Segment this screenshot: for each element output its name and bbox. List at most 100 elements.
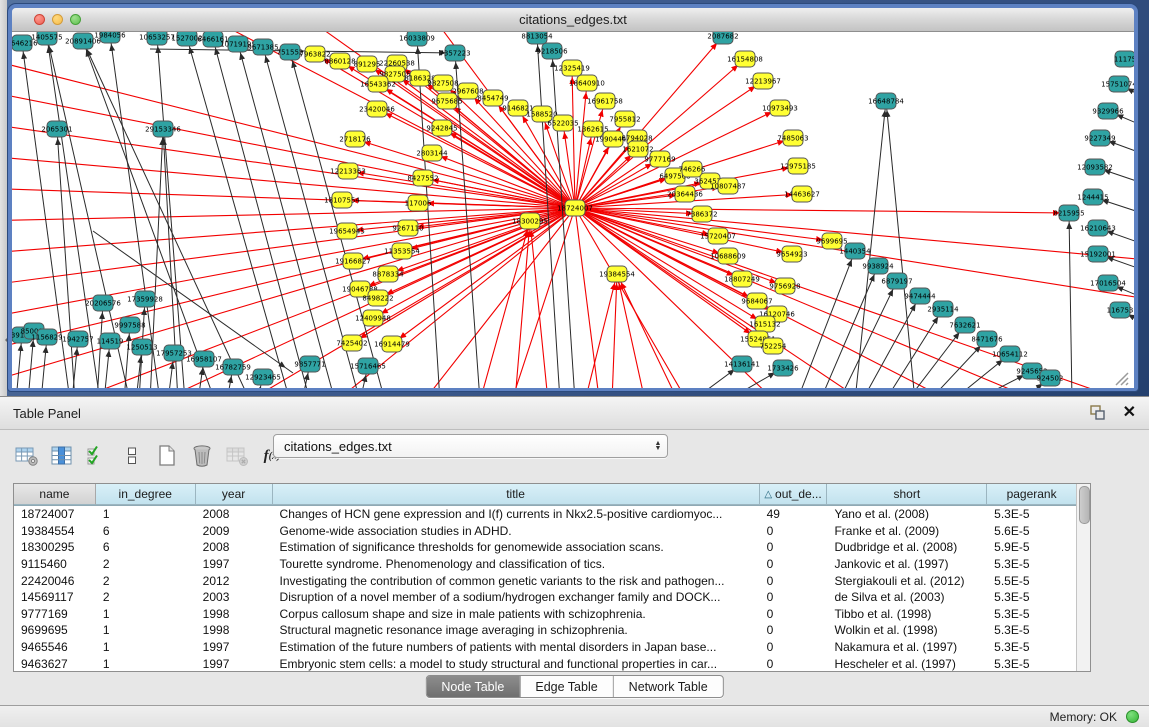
graph-node[interactable]: 9756928 bbox=[769, 278, 800, 294]
table-row[interactable]: 1938455462009Genome-wide association stu… bbox=[14, 523, 1077, 540]
column-header-pagerank[interactable]: pagerank bbox=[987, 484, 1077, 505]
graph-node[interactable]: 8215955 bbox=[1053, 205, 1084, 221]
table-row[interactable]: 977716911998Corpus callosum shape and si… bbox=[14, 606, 1077, 623]
graph-node[interactable]: 20206576 bbox=[85, 295, 121, 311]
table-select-dropdown[interactable]: citations_edges.txt ▲▼ bbox=[273, 434, 668, 458]
delete-rows-icon[interactable] bbox=[187, 442, 217, 470]
graph-node[interactable]: 9938924 bbox=[862, 258, 894, 274]
row-height-icon[interactable] bbox=[117, 442, 147, 470]
network-graph[interactable]: 1872400718300295193845547963822886012889… bbox=[12, 32, 1134, 388]
tab-edge-table[interactable]: Edge Table bbox=[520, 676, 613, 697]
graph-node[interactable]: 2803144 bbox=[416, 145, 448, 161]
table-row[interactable]: 946362711997Embryonic stem cells: a mode… bbox=[14, 655, 1077, 671]
table-row[interactable]: 969969511998Structural magnetic resonanc… bbox=[14, 622, 1077, 639]
network-window-titlebar[interactable]: citations_edges.txt bbox=[12, 8, 1134, 32]
graph-node[interactable]: 8878334 bbox=[372, 266, 404, 282]
graph-node[interactable]: 9654923 bbox=[776, 246, 807, 262]
window-resize-grip[interactable] bbox=[1116, 373, 1128, 385]
graph-node[interactable]: 17359928 bbox=[127, 291, 163, 307]
graph-node[interactable]: 9267110 bbox=[392, 220, 423, 236]
graph-node[interactable]: 924502 bbox=[1037, 370, 1064, 386]
table-row[interactable]: 1456911722003Disruption of a novel membe… bbox=[14, 589, 1077, 606]
table-row[interactable]: 1872400712008Changes of HCN gene express… bbox=[14, 506, 1077, 523]
graph-node[interactable]: 14136141 bbox=[724, 356, 760, 372]
graph-node[interactable]: 16914479 bbox=[374, 336, 410, 352]
graph-node[interactable]: 9227349 bbox=[1084, 130, 1115, 146]
graph-node[interactable]: 2087682 bbox=[707, 32, 738, 44]
graph-node[interactable]: 15716465 bbox=[350, 358, 386, 374]
graph-node[interactable]: 891295 bbox=[354, 56, 381, 72]
graph-node[interactable]: 7955812 bbox=[609, 111, 640, 127]
graph-node[interactable]: 7386372 bbox=[686, 206, 717, 222]
table-panel-titlebar[interactable]: Table Panel ✕ bbox=[0, 396, 1149, 430]
graph-node[interactable]: 8471676 bbox=[971, 331, 1003, 347]
table-vertical-scrollbar[interactable] bbox=[1076, 484, 1090, 671]
table-row[interactable]: 1830029562008Estimation of significance … bbox=[14, 539, 1077, 556]
graph-node[interactable]: 1733426 bbox=[767, 360, 799, 376]
graph-node[interactable]: 9474444 bbox=[904, 288, 936, 304]
graph-node[interactable]: 10653257 bbox=[139, 32, 175, 45]
graph-node[interactable]: 11175 bbox=[1114, 51, 1134, 67]
graph-node[interactable]: 18107554 bbox=[324, 192, 360, 208]
column-header-short[interactable]: short bbox=[827, 484, 987, 505]
column-header-title[interactable]: title bbox=[273, 484, 760, 505]
table-settings-icon[interactable] bbox=[12, 442, 42, 470]
graph-node[interactable]: 19166827 bbox=[335, 253, 371, 269]
network-canvas[interactable]: 1872400718300295193845547963822886012889… bbox=[12, 32, 1134, 388]
graph-node[interactable]: 752254 bbox=[760, 338, 787, 354]
close-panel-icon[interactable]: ✕ bbox=[1123, 402, 1136, 422]
graph-node[interactable]: 15720407 bbox=[700, 228, 736, 244]
graph-node[interactable]: 16210643 bbox=[1080, 220, 1116, 236]
graph-node[interactable]: 114519 bbox=[97, 333, 124, 349]
scrollbar-thumb[interactable] bbox=[1079, 486, 1090, 524]
graph-node[interactable]: 117006 bbox=[405, 195, 432, 211]
graph-node[interactable]: 1244415 bbox=[1077, 189, 1108, 205]
float-panel-icon[interactable] bbox=[1087, 404, 1107, 422]
graph-node[interactable]: 14463627 bbox=[784, 186, 820, 202]
graph-node[interactable]: 12325419 bbox=[554, 60, 590, 76]
column-checklist-icon[interactable] bbox=[82, 442, 112, 470]
table-row[interactable]: 911546021997Tourette syndrome. Phenomeno… bbox=[14, 556, 1077, 573]
graph-node[interactable]: 9997588 bbox=[114, 317, 145, 333]
graph-node[interactable]: 751552 bbox=[277, 44, 304, 60]
column-header-out_de[interactable]: △out_de... bbox=[760, 484, 828, 505]
graph-node[interactable]: 23420046 bbox=[359, 101, 395, 117]
column-header-year[interactable]: year bbox=[196, 484, 273, 505]
tab-network-table[interactable]: Network Table bbox=[614, 676, 723, 697]
graph-node[interactable]: 11353554 bbox=[384, 243, 420, 259]
graph-node[interactable]: 12213967 bbox=[745, 73, 781, 89]
graph-node[interactable]: 9218506 bbox=[536, 43, 568, 59]
graph-node[interactable]: 16648784 bbox=[868, 93, 904, 109]
graph-node[interactable]: 7425402 bbox=[336, 335, 367, 351]
split-pane-divider[interactable] bbox=[0, 0, 7, 396]
graph-node[interactable]: 16154808 bbox=[727, 51, 763, 67]
select-column-icon[interactable] bbox=[47, 442, 77, 470]
graph-node[interactable]: 7357223 bbox=[439, 45, 470, 61]
graph-node[interactable]: 16033809 bbox=[399, 32, 435, 46]
column-header-name[interactable]: name bbox=[14, 484, 96, 505]
graph-node[interactable]: 7632621 bbox=[949, 317, 980, 333]
graph-node[interactable]: 9329966 bbox=[1092, 103, 1124, 119]
graph-node[interactable]: 8813054 bbox=[521, 32, 553, 44]
graph-node[interactable]: 6879197 bbox=[881, 273, 912, 289]
graph-node[interactable]: 10654112 bbox=[992, 346, 1028, 362]
graph-node[interactable]: 12093582 bbox=[1077, 159, 1113, 175]
graph-node[interactable]: 16961758 bbox=[587, 93, 623, 109]
network-view-window[interactable]: citations_edges.txt 18724007183002951938… bbox=[8, 4, 1138, 391]
table-row[interactable]: 946554611997Estimation of the future num… bbox=[14, 639, 1077, 656]
graph-node[interactable]: 18640910 bbox=[569, 75, 605, 91]
column-header-in_degree[interactable]: in_degree bbox=[96, 484, 196, 505]
graph-node[interactable]: 12975185 bbox=[780, 158, 816, 174]
graph-node[interactable]: 15192001 bbox=[1080, 246, 1116, 262]
delete-table-icon[interactable] bbox=[222, 442, 252, 470]
graph-node[interactable]: 116753 bbox=[1107, 302, 1134, 318]
graph-node[interactable]: 19384554 bbox=[599, 266, 635, 282]
tab-node-table[interactable]: Node Table bbox=[426, 676, 520, 697]
graph-node[interactable]: 1942757 bbox=[62, 331, 93, 347]
new-table-icon[interactable] bbox=[152, 442, 182, 470]
graph-node[interactable]: 2718176 bbox=[339, 131, 371, 147]
graph-node[interactable]: 2935114 bbox=[927, 301, 959, 317]
table-row[interactable]: 2242004622012Investigating the contribut… bbox=[14, 572, 1077, 589]
graph-node[interactable]: 10688609 bbox=[710, 248, 746, 264]
graph-node[interactable]: 2065301 bbox=[41, 121, 72, 137]
